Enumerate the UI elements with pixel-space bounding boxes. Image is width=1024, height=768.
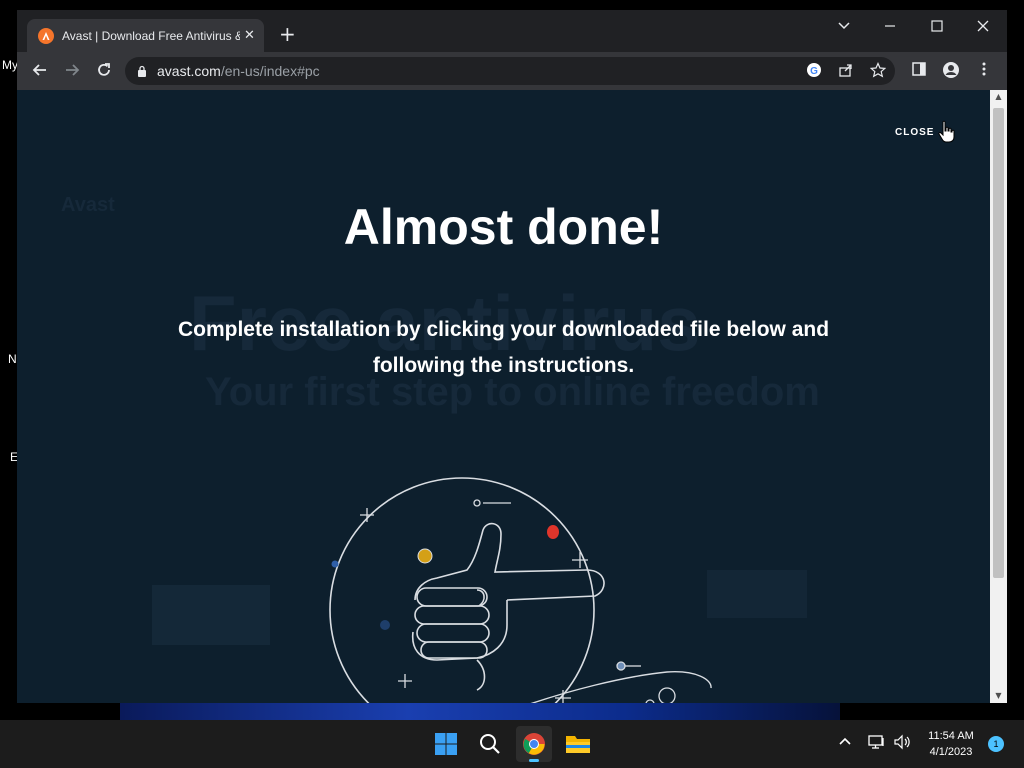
url-path: /en-us/index#pc xyxy=(220,63,320,79)
profile-icon[interactable] xyxy=(941,61,961,81)
volume-icon[interactable] xyxy=(893,734,911,754)
network-icon[interactable] xyxy=(868,734,886,754)
vertical-scrollbar[interactable]: ▲ ▼ xyxy=(990,90,1007,703)
chrome-icon[interactable] xyxy=(516,726,552,762)
maximize-icon[interactable] xyxy=(930,18,944,37)
tab-title: Avast | Download Free Antivirus & xyxy=(62,28,240,43)
search-icon[interactable] xyxy=(472,726,508,762)
bookmark-star-icon[interactable] xyxy=(869,62,887,80)
url-domain: avast.com xyxy=(157,63,221,79)
scroll-down-arrow-icon[interactable]: ▼ xyxy=(990,689,1007,703)
avast-logo-icon xyxy=(38,27,54,44)
lock-icon xyxy=(138,65,146,77)
hand-cursor-icon xyxy=(938,120,955,143)
address-bar[interactable]: avast.com/en-us/index#pc G xyxy=(125,57,895,85)
close-window-icon[interactable] xyxy=(976,18,990,37)
active-app-indicator xyxy=(529,759,539,762)
forward-icon[interactable] xyxy=(62,61,82,81)
wallpaper xyxy=(120,700,840,722)
browser-tab[interactable]: Avast | Download Free Antivirus & ✕ xyxy=(27,19,264,52)
instruction-text: Complete installation by clicking your d… xyxy=(177,318,830,377)
scroll-thumb[interactable] xyxy=(993,108,1004,578)
menu-kebab-icon[interactable] xyxy=(974,61,994,81)
clock[interactable]: 11:54 AM 4/1/2023 xyxy=(915,728,987,760)
back-icon[interactable] xyxy=(30,61,50,81)
plus-icon[interactable]: + xyxy=(279,24,296,44)
headline: Almost done! xyxy=(343,199,664,255)
chevron-up-icon[interactable] xyxy=(838,734,852,752)
side-panel-icon[interactable] xyxy=(909,61,929,81)
reload-icon[interactable] xyxy=(94,61,114,81)
desktop-icon-label: N xyxy=(8,352,17,366)
share-icon[interactable] xyxy=(837,62,855,80)
close-button[interactable]: CLOSE xyxy=(895,127,934,138)
title-bar: Avast | Download Free Antivirus & ✕ + xyxy=(17,10,1007,52)
svg-text:G: G xyxy=(810,66,818,77)
file-explorer-icon[interactable] xyxy=(560,726,596,762)
page-content: Avast Free antivirus Your first step to … xyxy=(17,90,990,703)
minimize-icon[interactable] xyxy=(883,18,897,37)
desktop-icon-label: My xyxy=(2,58,18,72)
clock-time: 11:54 AM xyxy=(928,730,974,742)
windows-start-icon[interactable] xyxy=(428,726,464,762)
notification-badge[interactable]: 1 xyxy=(988,736,1004,752)
background-card xyxy=(152,585,270,645)
browser-window: Avast | Download Free Antivirus & ✕ + av… xyxy=(17,10,1007,703)
url-text: avast.com/en-us/index#pc xyxy=(157,63,320,79)
close-tab-icon[interactable]: ✕ xyxy=(244,28,255,43)
taskbar: 11:54 AM 4/1/2023 1 xyxy=(0,720,1024,768)
thumbs-up-illustration xyxy=(329,477,712,703)
tab-search-icon[interactable] xyxy=(837,18,851,37)
clock-date: 4/1/2023 xyxy=(929,746,973,758)
scroll-up-arrow-icon[interactable]: ▲ xyxy=(990,90,1007,104)
google-lens-icon[interactable]: G xyxy=(805,62,823,80)
browser-toolbar: avast.com/en-us/index#pc G xyxy=(17,52,1007,90)
